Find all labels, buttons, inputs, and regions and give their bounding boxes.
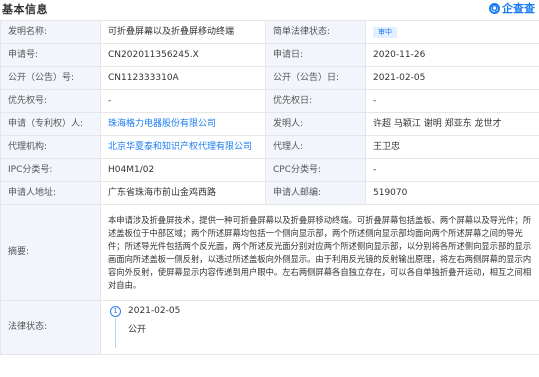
abstract-text: 本申请涉及折叠屏技术，提供一种可折叠屏幕以及折叠屏移动终端。可折叠屏幕包括盖板、…: [100, 204, 539, 301]
ipc-label: IPC分类号:: [0, 158, 101, 182]
applicant-label: 申请（专利权）人:: [0, 112, 101, 136]
invention-name-label: 发明名称:: [0, 20, 101, 44]
agency-label: 代理机构:: [0, 135, 101, 159]
table-row: 法律状态: 1 2021-02-05 公开: [0, 300, 539, 355]
applicant-cell: 珠海格力电器股份有限公司: [100, 112, 266, 136]
cpc-label: CPC分类号:: [265, 158, 366, 182]
publication-number-label: 公开（公告）号:: [0, 66, 101, 90]
table-row: 代理机构: 北京华夏泰和知识产权代理有限公司 代理人: 王卫忠: [0, 135, 539, 159]
priority-date-value: -: [365, 89, 539, 113]
priority-number-label: 优先权号:: [0, 89, 101, 113]
table-row: 申请人地址: 广东省珠海市前山金鸡西路 申请人邮编: 519070: [0, 181, 539, 205]
inventor-label: 发明人:: [265, 112, 366, 136]
publication-number-value: CN112333310A: [100, 66, 266, 90]
address-label: 申请人地址:: [0, 181, 101, 205]
legal-history-label: 法律状态:: [0, 300, 101, 355]
legal-status-label: 简单法律状态:: [265, 20, 366, 44]
timeline-status: 公开: [128, 324, 147, 335]
section-header: 基本信息 Q 企查查: [0, 0, 539, 17]
table-row: 发明名称: 可折叠屏幕以及折叠屏移动终端 简单法律状态: 审中: [0, 20, 539, 44]
timeline-date: 2021-02-05: [128, 305, 181, 316]
postcode-label: 申请人邮编:: [265, 181, 366, 205]
applicant-link[interactable]: 珠海格力电器股份有限公司: [108, 119, 216, 129]
table-row: 公开（公告）号: CN112333310A 公开（公告）日: 2021-02-0…: [0, 66, 539, 90]
table-row: 申请号: CN202011356245.X 申请日: 2020-11-26: [0, 43, 539, 67]
agent-value: 王卫忠: [365, 135, 539, 159]
table-row: IPC分类号: H04M1/02 CPC分类号: -: [0, 158, 539, 182]
table-row: 优先权号: - 优先权日: -: [0, 89, 539, 113]
agency-cell: 北京华夏泰和知识产权代理有限公司: [100, 135, 266, 159]
cpc-value: -: [365, 158, 539, 182]
application-number-value: CN202011356245.X: [100, 43, 266, 67]
legal-timeline: 1 2021-02-05 公开: [100, 300, 539, 355]
agent-label: 代理人:: [265, 135, 366, 159]
timeline-line: [115, 317, 116, 348]
priority-date-label: 优先权日:: [265, 89, 366, 113]
application-date-label: 申请日:: [265, 43, 366, 67]
qichacha-logo-text: 企查查: [502, 2, 535, 15]
address-value: 广东省珠海市前山金鸡西路: [100, 181, 266, 205]
timeline-step-icon: 1: [110, 305, 121, 317]
postcode-value: 519070: [365, 181, 539, 205]
legal-status-cell: 审中: [365, 20, 539, 44]
status-badge: 审中: [373, 26, 397, 38]
application-number-label: 申请号:: [0, 43, 101, 67]
agency-link[interactable]: 北京华夏泰和知识产权代理有限公司: [108, 142, 252, 152]
table-row: 摘要: 本申请涉及折叠屏技术，提供一种可折叠屏幕以及折叠屏移动终端。可折叠屏幕包…: [0, 204, 539, 301]
inventor-value: 许超 马颖江 谢明 郑亚东 龙世才: [365, 112, 539, 136]
application-date-value: 2020-11-26: [365, 43, 539, 67]
qichacha-logo[interactable]: Q 企查查: [489, 0, 535, 16]
qichacha-logo-icon: Q: [489, 2, 500, 14]
publication-date-label: 公开（公告）日:: [265, 66, 366, 90]
publication-date-value: 2021-02-05: [365, 66, 539, 90]
ipc-value: H04M1/02: [100, 158, 266, 182]
priority-number-value: -: [100, 89, 266, 113]
invention-name-value: 可折叠屏幕以及折叠屏移动终端: [100, 20, 266, 44]
section-title: 基本信息: [2, 3, 48, 16]
patent-info-table: 发明名称: 可折叠屏幕以及折叠屏移动终端 简单法律状态: 审中 申请号: CN2…: [0, 20, 539, 355]
table-row: 申请（专利权）人: 珠海格力电器股份有限公司 发明人: 许超 马颖江 谢明 郑亚…: [0, 112, 539, 136]
abstract-label: 摘要:: [0, 204, 101, 301]
